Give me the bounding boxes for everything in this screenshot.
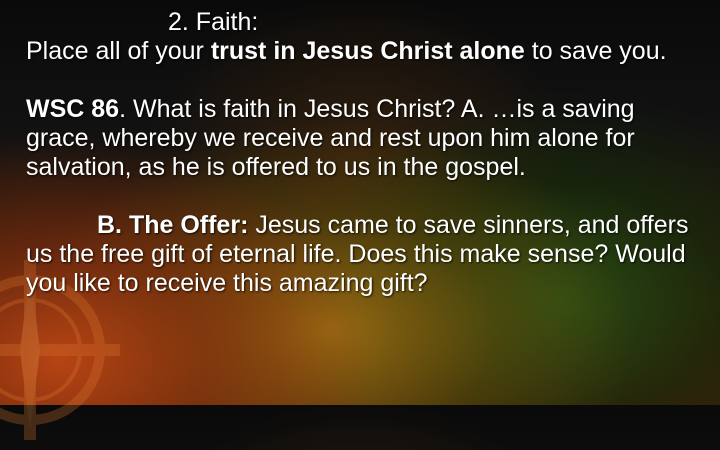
slide-text: 2. Faith: Place all of your trust in Jes…: [26, 8, 696, 298]
faith-emphasis: trust in Jesus Christ alone: [210, 37, 525, 65]
wsc-reference: WSC 86: [26, 95, 120, 123]
faith-text-start: Place all of your: [26, 37, 211, 65]
wsc-paragraph: WSC 86. What is faith in Jesus Christ? A…: [26, 95, 696, 182]
faith-paragraph: Place all of your trust in Jesus Christ …: [26, 37, 696, 66]
offer-paragraph: B. The Offer: Jesus came to save sinners…: [26, 211, 696, 298]
slide-heading: 2. Faith:: [168, 8, 259, 36]
slide: 2. Faith: Place all of your trust in Jes…: [0, 0, 720, 440]
offer-heading: B. The Offer:: [97, 211, 249, 239]
faith-text-end: to save you.: [524, 37, 667, 65]
